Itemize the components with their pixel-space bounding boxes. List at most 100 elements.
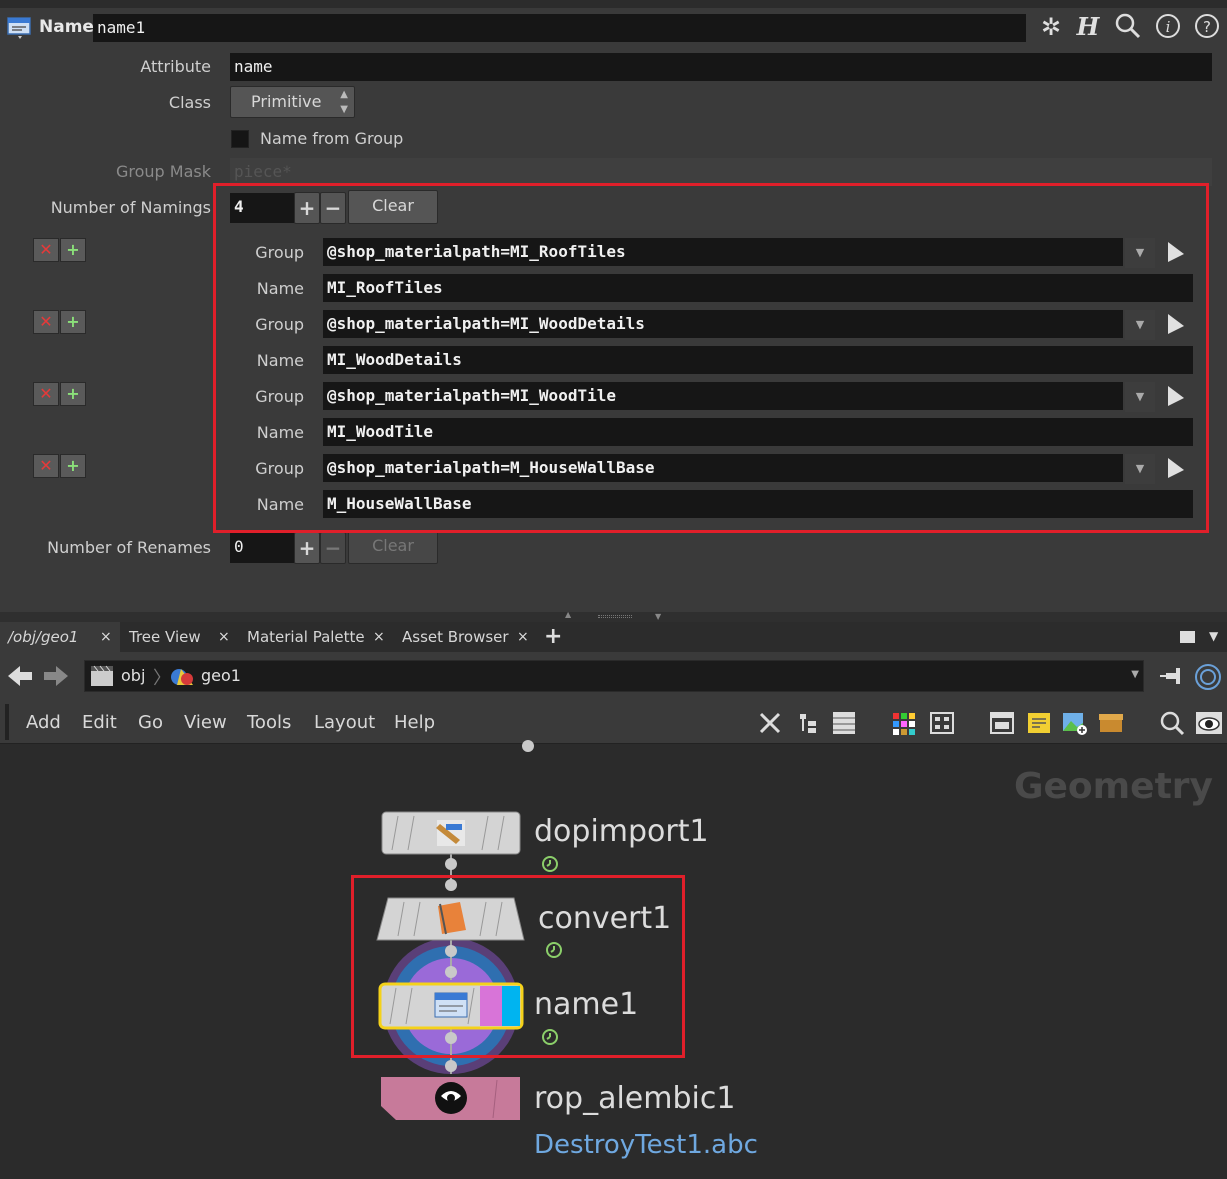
naming-group-label: Group	[255, 387, 304, 406]
add-rename-button[interactable]: +	[294, 532, 320, 564]
network-box-icon[interactable]	[988, 710, 1016, 736]
naming-group-field[interactable]: @shop_materialpath=M_HouseWallBase	[323, 454, 1123, 482]
naming-name-field[interactable]: MI_WoodDetails	[323, 346, 1193, 374]
color-palette-icon[interactable]	[890, 710, 918, 736]
network-editor[interactable]: Geometry dopimport1 convert1 name1 rop_a…	[0, 740, 1227, 1179]
remove-naming-button[interactable]: −	[320, 192, 346, 224]
path-geo[interactable]: geo1	[201, 666, 241, 685]
sticky-note-icon[interactable]	[1025, 710, 1053, 736]
naming-name-label: Name	[256, 423, 304, 442]
insert-instance-button[interactable]: +	[60, 454, 86, 478]
houdini-help-icon[interactable]: H	[1073, 12, 1103, 42]
node-label-name1[interactable]: name1	[534, 987, 638, 1022]
naming-name-label: Name	[256, 279, 304, 298]
naming-group-field[interactable]: @shop_materialpath=MI_WoodDetails	[323, 310, 1123, 338]
pin-icon[interactable]	[1158, 664, 1188, 688]
pane-menu-icon[interactable]: ▼	[1209, 629, 1218, 643]
tools-icon[interactable]	[757, 710, 785, 736]
node-type-label: Name	[39, 17, 94, 37]
menu-item-help[interactable]: Help	[394, 712, 435, 733]
menu-item-layout[interactable]: Layout	[314, 712, 375, 733]
group-dropdown-icon[interactable]: ▼	[1125, 310, 1155, 340]
node-label-convert1[interactable]: convert1	[538, 901, 671, 936]
group-mask-field: piece*	[230, 158, 1212, 186]
name-from-group-checkbox[interactable]	[231, 130, 249, 148]
tab-tree-view-close-icon[interactable]: ×	[218, 622, 230, 652]
attribute-field[interactable]: name	[230, 53, 1212, 81]
select-group-arrow-icon[interactable]	[1166, 456, 1186, 480]
select-group-arrow-icon[interactable]	[1166, 312, 1186, 336]
menu-item-edit[interactable]: Edit	[82, 712, 117, 733]
number-of-namings-field[interactable]: 4	[230, 193, 294, 223]
insert-instance-button[interactable]: +	[60, 310, 86, 334]
convert1-output	[445, 945, 457, 957]
add-tab-button[interactable]: +	[544, 622, 562, 652]
select-group-arrow-icon[interactable]	[1166, 240, 1186, 264]
node-name-field[interactable]: name1	[93, 14, 1026, 42]
naming-name-field[interactable]: MI_RoofTiles	[323, 274, 1193, 302]
naming-name-field[interactable]: M_HouseWallBase	[323, 490, 1193, 518]
search-icon[interactable]	[1113, 12, 1143, 42]
search-icon[interactable]	[1158, 710, 1186, 736]
class-menu[interactable]: Primitive ▲ ▼	[230, 86, 355, 118]
node-rop_alembic1	[381, 1077, 520, 1120]
menu-item-view[interactable]: View	[184, 712, 227, 733]
tab-material-palette-label: Material Palette	[247, 628, 365, 646]
group-dropdown-icon[interactable]: ▼	[1125, 454, 1155, 484]
menu-item-go[interactable]: Go	[138, 712, 163, 733]
node-label-dopimport1[interactable]: dopimport1	[534, 814, 709, 849]
remove-instance-button[interactable]: ✕	[33, 238, 59, 262]
back-arrow-icon[interactable]	[6, 664, 34, 688]
add-naming-button[interactable]: +	[294, 192, 320, 224]
naming-group-field[interactable]: @shop_materialpath=MI_WoodTile	[323, 382, 1123, 410]
forward-arrow-icon[interactable]	[42, 664, 70, 688]
tab-material-palette-close-icon[interactable]: ×	[373, 622, 385, 652]
group-dropdown-icon[interactable]: ▼	[1125, 238, 1155, 268]
path-dropdown-icon[interactable]: ▼	[1131, 669, 1139, 680]
tab-material-palette[interactable]: Material Palette	[239, 622, 393, 652]
tab-network-close-icon[interactable]: ×	[100, 622, 112, 652]
menu-bar-handle[interactable]	[5, 704, 9, 740]
display-flag	[502, 986, 520, 1026]
select-group-arrow-icon[interactable]	[1166, 384, 1186, 408]
pane-divider[interactable]: ▲ ▼	[0, 610, 1227, 622]
naming-name-field[interactable]: MI_WoodTile	[323, 418, 1193, 446]
insert-instance-button[interactable]: +	[60, 238, 86, 262]
number-of-renames-field[interactable]: 0	[230, 533, 294, 563]
clear-namings-button[interactable]: Clear	[348, 190, 438, 224]
gear-icon[interactable]: ✲	[1036, 12, 1066, 42]
remove-rename-button: −	[320, 532, 346, 564]
insert-instance-button[interactable]: +	[60, 382, 86, 406]
tab-asset-browser[interactable]: Asset Browser	[394, 622, 534, 652]
remove-instance-button[interactable]: ✕	[33, 382, 59, 406]
info-icon[interactable]: i	[1153, 12, 1183, 42]
divider-up-arrow-icon[interactable]: ▲	[565, 610, 571, 619]
naming-group-field[interactable]: @shop_materialpath=MI_RoofTiles	[323, 238, 1123, 266]
divider-down-arrow-icon[interactable]: ▼	[655, 612, 661, 621]
help-icon[interactable]: ?	[1192, 12, 1222, 42]
node-label-rop_alembic1[interactable]: rop_alembic1	[534, 1081, 735, 1116]
list-view-icon[interactable]	[830, 710, 858, 736]
obj-context-icon	[91, 665, 113, 686]
naming-group-label: Group	[255, 315, 304, 334]
naming-name-label: Name	[256, 351, 304, 370]
name1-input	[445, 966, 457, 978]
link-icon[interactable]	[1194, 663, 1222, 691]
eye-icon[interactable]	[1195, 710, 1223, 736]
tree-layout-icon[interactable]	[794, 710, 822, 736]
menu-item-add[interactable]: Add	[26, 712, 61, 733]
menu-item-tools[interactable]: Tools	[247, 712, 291, 733]
remove-instance-button[interactable]: ✕	[33, 454, 59, 478]
asset-box-icon[interactable]	[1097, 710, 1125, 736]
maximize-pane-icon[interactable]	[1180, 631, 1195, 643]
group-dropdown-icon[interactable]: ▼	[1125, 382, 1155, 412]
tab-network-label: /obj/geo1	[8, 628, 79, 646]
network-menu-bar: Add Edit Go View Tools Layout Help	[0, 700, 1227, 744]
path-field[interactable]: obj 〉 geo1 ▼	[84, 660, 1144, 692]
remove-instance-button[interactable]: ✕	[33, 310, 59, 334]
tab-asset-browser-close-icon[interactable]: ×	[517, 622, 529, 652]
path-obj[interactable]: obj	[121, 666, 145, 685]
background-image-icon[interactable]	[1060, 710, 1088, 736]
divider-grip[interactable]	[598, 615, 632, 618]
shape-palette-icon[interactable]	[928, 710, 956, 736]
